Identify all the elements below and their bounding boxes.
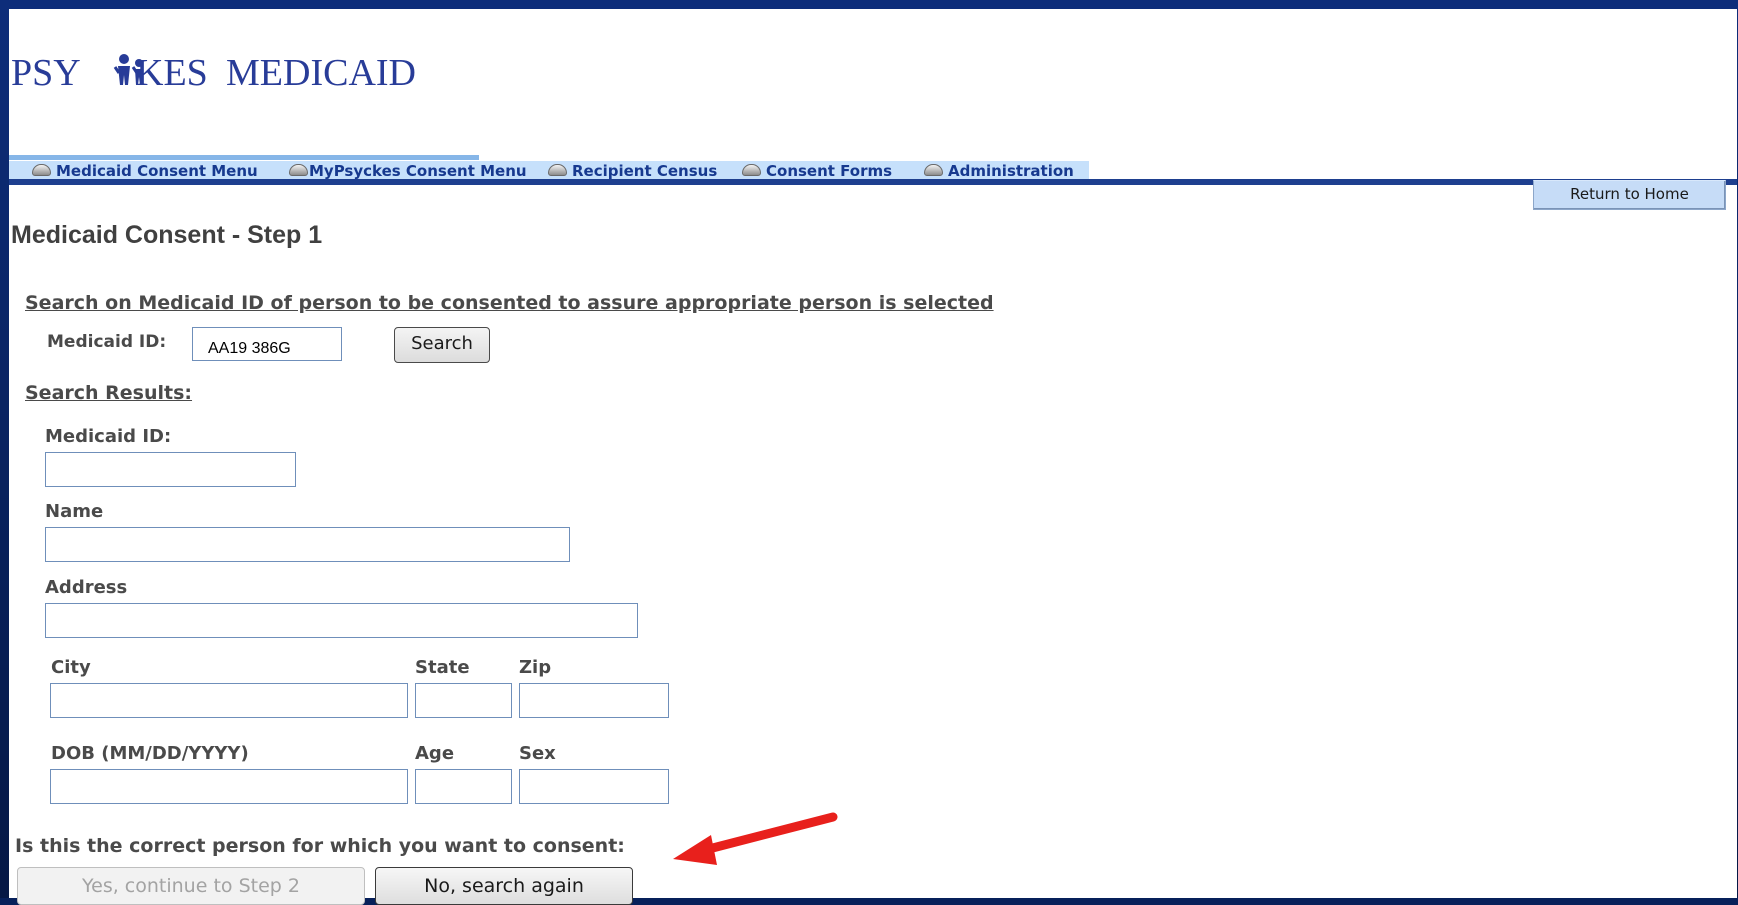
confirm-question: Is this the correct person for which you… [15,835,625,857]
bullet-icon [32,164,51,176]
search-results-heading: Search Results: [25,382,193,404]
bullet-icon [548,164,567,176]
no-search-again-button[interactable]: No, search again [375,867,633,905]
medicaid-id-label: Medicaid ID: [47,332,167,352]
top-nav: Medicaid Consent Menu MyPsyckes Consent … [9,149,1737,185]
medicaid-id-search-input[interactable]: AA19 386G [192,327,342,361]
logo-text-suffix: KES [136,52,208,94]
result-sex-label: Sex [519,743,556,764]
nav-item-consent-forms[interactable]: Consent Forms [742,162,892,180]
logo-text-prefix: PSY [11,52,81,94]
return-to-home-button[interactable]: Return to Home [1533,180,1726,210]
result-address-field [45,603,638,638]
result-name-field [45,527,570,562]
bullet-icon [742,164,761,176]
result-state-field [415,683,512,718]
result-dob-label: DOB (MM/DD/YYYY) [51,743,249,764]
psyckes-logo: PSY KES MEDICAID [11,23,431,107]
logo-text-medicaid: MEDICAID [226,52,416,94]
search-heading: Search on Medicaid ID of person to be co… [25,292,994,314]
result-address-label: Address [45,577,128,598]
nav-item-mypsyckes-consent-menu[interactable]: MyPsyckes Consent Menu [289,162,527,180]
bullet-icon [924,164,943,176]
nav-item-administration[interactable]: Administration [924,162,1074,180]
nav-item-recipient-census[interactable]: Recipient Census [548,162,717,180]
result-medicaid-id-label: Medicaid ID: [45,426,172,447]
red-arrow-icon [673,812,838,865]
yes-continue-button[interactable]: Yes, continue to Step 2 [17,867,365,905]
bullet-icon [289,164,308,176]
page-title: Medicaid Consent - Step 1 [11,221,323,249]
result-dob-field [50,769,408,804]
search-button[interactable]: Search [394,327,490,363]
nav-item-medicaid-consent-menu[interactable]: Medicaid Consent Menu [32,162,258,180]
result-zip-field [519,683,669,718]
result-city-label: City [51,657,91,678]
result-medicaid-id-field [45,452,296,487]
result-age-label: Age [415,743,455,764]
active-tab-indicator [9,155,479,160]
result-name-label: Name [45,501,104,522]
result-zip-label: Zip [519,657,552,678]
result-city-field [50,683,408,718]
result-sex-field [519,769,669,804]
page: PSY KES MEDICAID Medicaid Consent Menu M… [9,9,1737,905]
result-age-field [415,769,512,804]
result-state-label: State [415,657,470,678]
